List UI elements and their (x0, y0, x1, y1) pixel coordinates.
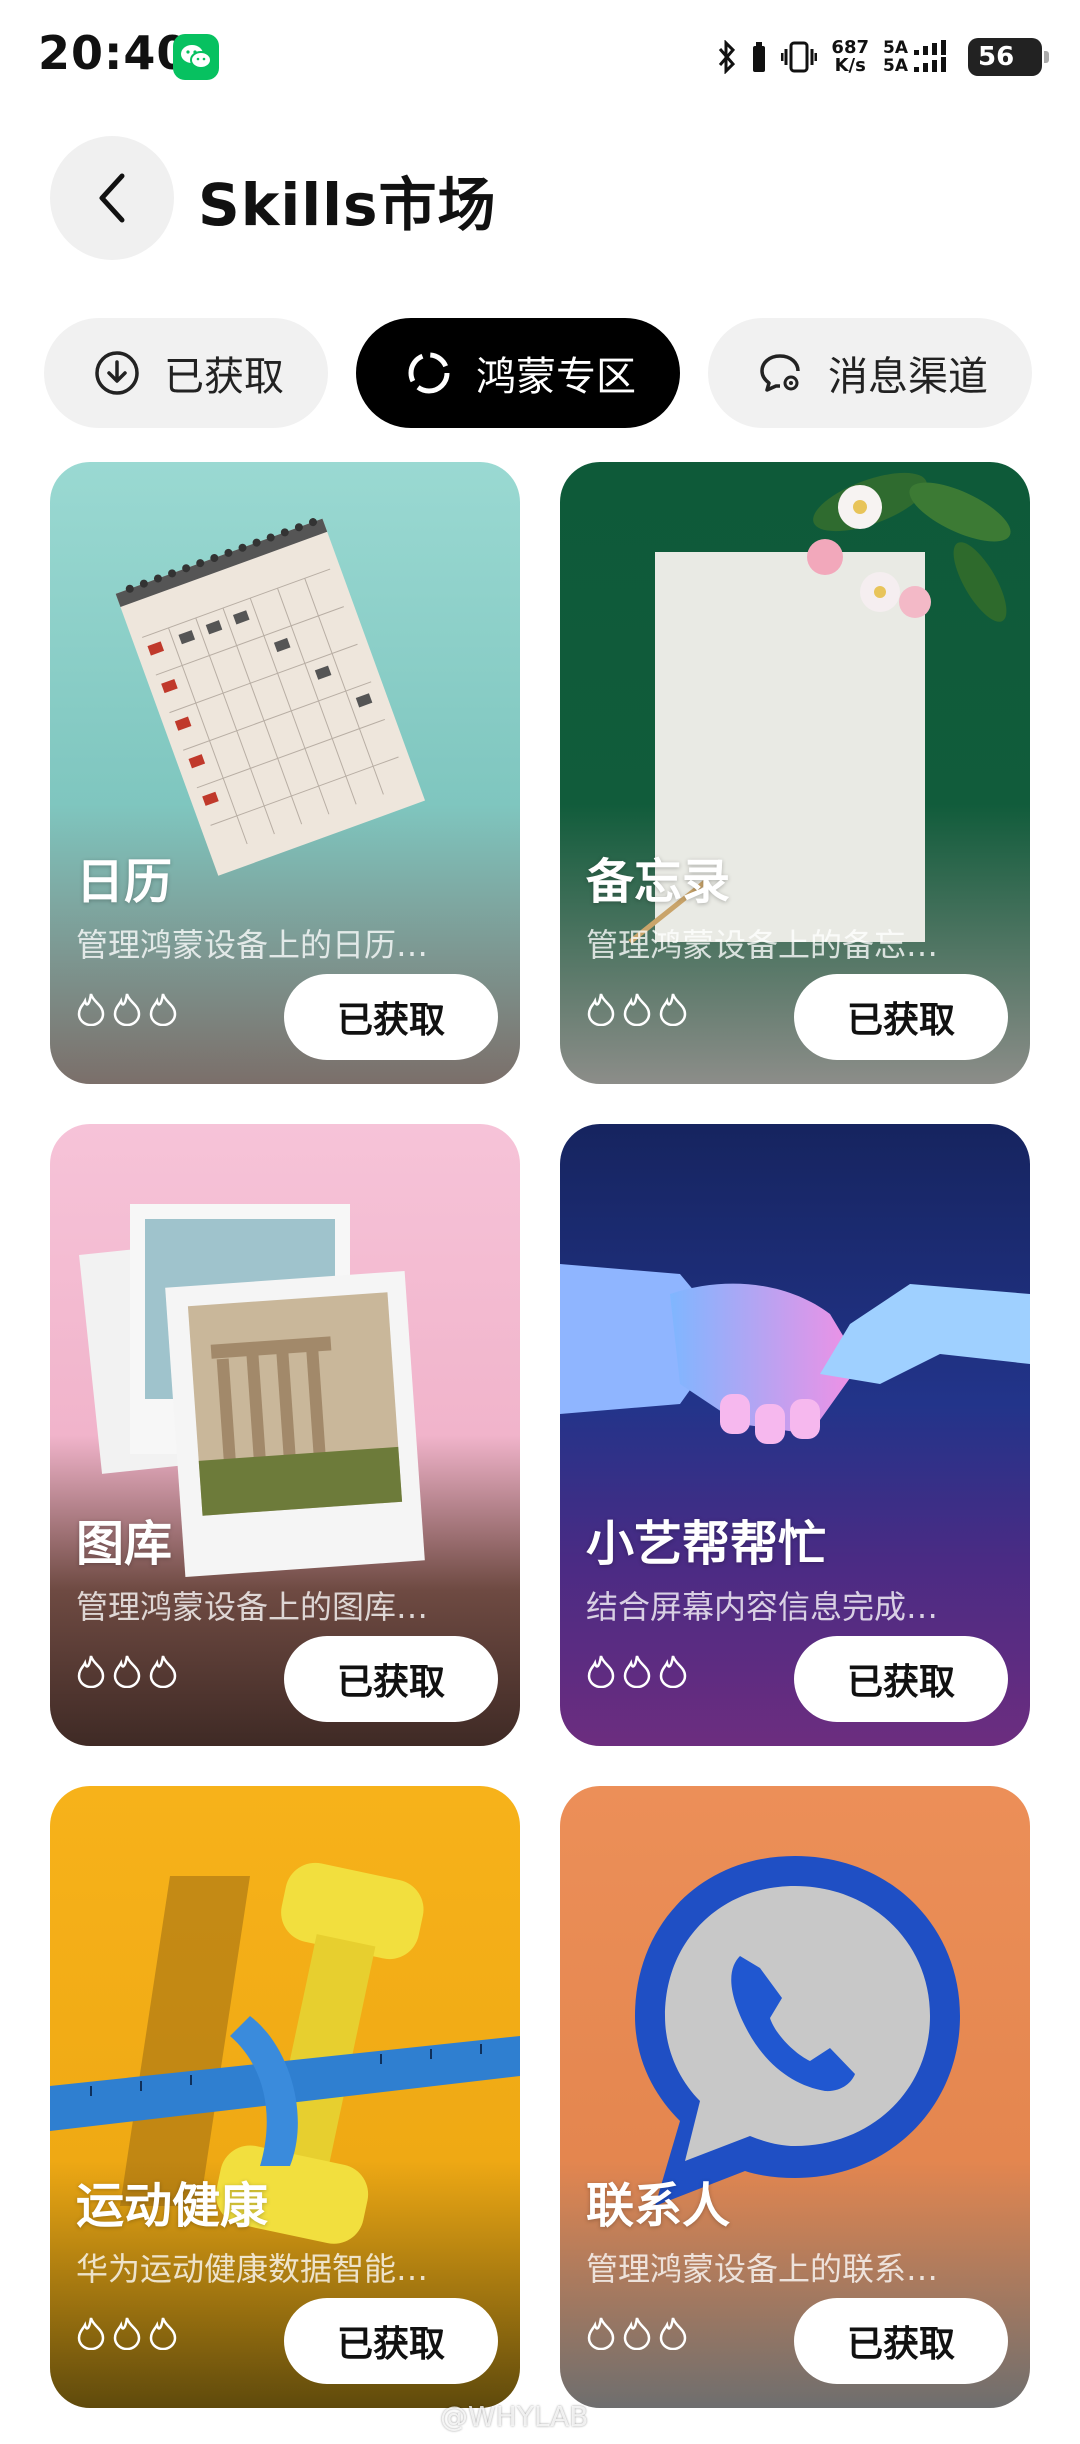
download-circle-icon (94, 350, 140, 396)
flame-icon (149, 993, 177, 1026)
skill-card-xiaoyi-helper[interactable]: 小艺帮帮忙 结合屏幕内容信息完成… 已获取 (560, 1124, 1030, 1746)
skill-card-memo[interactable]: 备忘录 管理鸿蒙设备上的备忘… 已获取 (560, 462, 1030, 1084)
tab-label: 消息渠道 (828, 354, 988, 400)
skill-card-contacts[interactable]: 联系人 管理鸿蒙设备上的联系… 已获取 (560, 1786, 1030, 2408)
tab-label: 已获取 (164, 354, 284, 400)
battery-icon: 56 (968, 38, 1049, 76)
tab-label: 鸿蒙专区 (476, 354, 636, 400)
battery-saver-icon (753, 42, 766, 72)
bluetooth-icon (719, 40, 736, 74)
acquired-button[interactable]: 已获取 (284, 1636, 498, 1722)
rating-flames (76, 992, 178, 1026)
skill-description: 结合屏幕内容信息完成… (586, 1588, 939, 1626)
skills-grid: 日历 管理鸿蒙设备上的日历… 已获取 备忘录 管理鸿蒙设备上的备忘… 已获取 图… (50, 462, 1030, 2408)
acquired-button[interactable]: 已获取 (284, 2298, 498, 2384)
flame-icon (659, 1655, 687, 1688)
harmony-ring-icon (406, 350, 452, 396)
tab-message-channels[interactable]: 消息渠道 (708, 318, 1032, 428)
skill-description: 管理鸿蒙设备上的日历… (76, 926, 429, 964)
flame-icon (659, 2317, 687, 2350)
acquired-button[interactable]: 已获取 (794, 1636, 1008, 1722)
skill-card-sports-health[interactable]: 运动健康 华为运动健康数据智能… 已获取 (50, 1786, 520, 2408)
chat-settings-icon (758, 350, 804, 396)
acquired-button[interactable]: 已获取 (284, 974, 498, 1060)
rating-flames (76, 1654, 178, 1688)
acquired-button[interactable]: 已获取 (794, 974, 1008, 1060)
flame-icon (587, 1655, 615, 1688)
skill-name: 备忘录 (586, 854, 731, 910)
flame-icon (77, 2317, 105, 2350)
signal-indicator: 5A 5A (883, 39, 954, 75)
skill-name: 小艺帮帮忙 (586, 1516, 827, 1572)
flame-icon (659, 993, 687, 1026)
category-tabs: 已获取 鸿蒙专区 消息渠道 (44, 318, 1080, 428)
skill-name: 运动健康 (76, 2178, 269, 2234)
skill-name: 联系人 (586, 2178, 731, 2234)
rating-flames (586, 2316, 688, 2350)
acquired-button[interactable]: 已获取 (794, 2298, 1008, 2384)
back-button[interactable] (50, 136, 174, 260)
status-time: 20:40 (38, 26, 190, 80)
page-title: Skills市场 (198, 171, 497, 239)
skill-card-gallery[interactable]: 图库 管理鸿蒙设备上的图库… 已获取 (50, 1124, 520, 1746)
status-bar: 20:40 687 K/s 5A 5A 56 (0, 0, 1080, 110)
flame-icon (77, 1655, 105, 1688)
rating-flames (76, 2316, 178, 2350)
flame-icon (113, 1655, 141, 1688)
wechat-notification-icon (173, 34, 219, 80)
skill-name: 图库 (76, 1516, 173, 1572)
flame-icon (113, 993, 141, 1026)
network-speed: 687 K/s (831, 37, 869, 76)
signal-bars-icon (914, 40, 946, 72)
vibrate-icon (781, 41, 818, 73)
rating-flames (586, 992, 688, 1026)
skill-description: 华为运动健康数据智能… (76, 2250, 429, 2288)
watermark: @WHYLAB (440, 2400, 589, 2433)
skill-name: 日历 (76, 854, 173, 910)
flame-icon (77, 993, 105, 1026)
skill-description: 管理鸿蒙设备上的联系… (586, 2250, 939, 2288)
skill-description: 管理鸿蒙设备上的备忘… (586, 926, 939, 964)
flame-icon (149, 1655, 177, 1688)
flame-icon (113, 2317, 141, 2350)
flame-icon (587, 2317, 615, 2350)
skill-description: 管理鸿蒙设备上的图库… (76, 1588, 429, 1626)
flame-icon (623, 993, 651, 1026)
flame-icon (149, 2317, 177, 2350)
tab-acquired[interactable]: 已获取 (44, 318, 328, 428)
rating-flames (586, 1654, 688, 1688)
flame-icon (623, 2317, 651, 2350)
chevron-left-icon (99, 173, 125, 223)
skill-card-calendar[interactable]: 日历 管理鸿蒙设备上的日历… 已获取 (50, 462, 520, 1084)
tab-harmony-zone[interactable]: 鸿蒙专区 (356, 318, 680, 428)
status-icons: 687 K/s 5A 5A 56 (717, 34, 1049, 80)
flame-icon (587, 993, 615, 1026)
flame-icon (623, 1655, 651, 1688)
